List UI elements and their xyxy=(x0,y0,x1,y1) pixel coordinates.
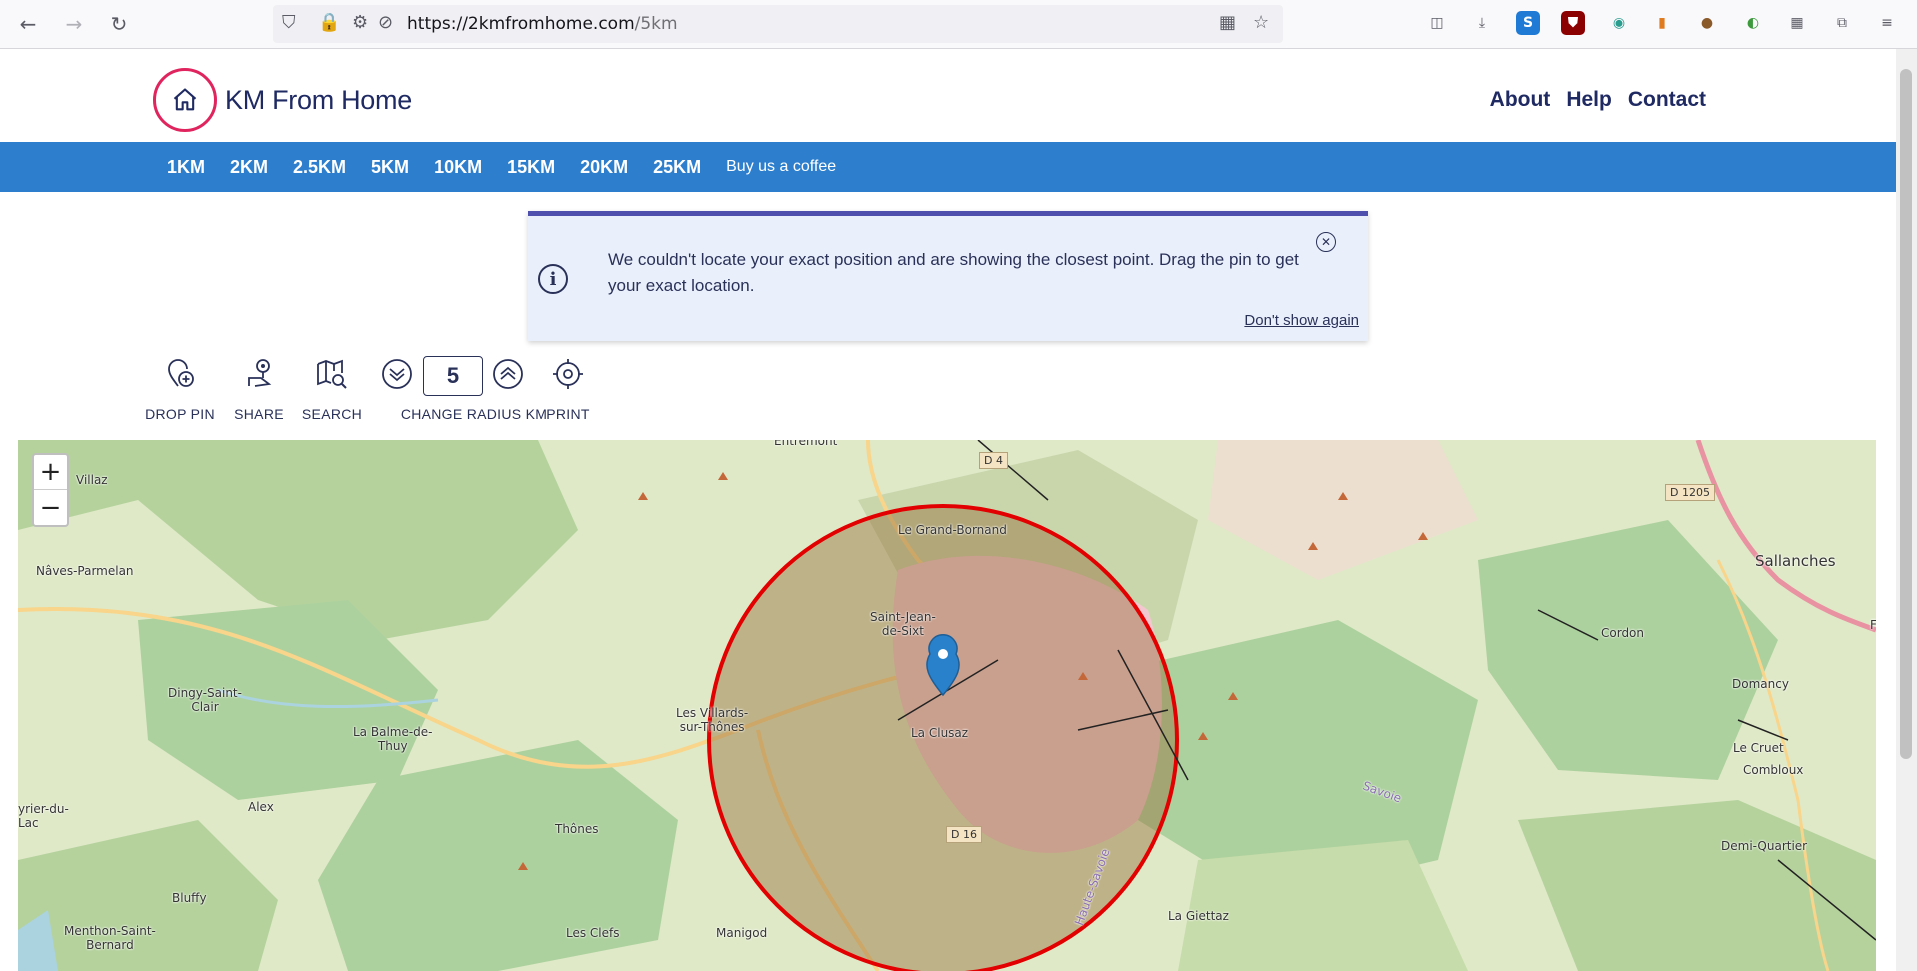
place-label: Combloux xyxy=(1743,763,1804,777)
km-nav: 1KM 2KM 2.5KM 5KM 10KM 15KM 20KM 25KM Bu… xyxy=(0,142,1896,192)
place-label: Les Villards- sur-Thônes xyxy=(676,706,749,734)
url-host: https://2kmfromhome.com xyxy=(407,14,635,34)
top-links: About Help Contact xyxy=(1490,88,1706,112)
radius-decrease-button[interactable]: CHANGE RADIUS KM xyxy=(379,356,547,422)
nav-2-5km[interactable]: 2.5KM xyxy=(293,157,346,178)
extension-globe-icon[interactable]: ◉ xyxy=(1607,11,1631,35)
place-label: yrier-du- Lac xyxy=(18,802,69,830)
zoom-out-button[interactable]: − xyxy=(34,490,67,525)
place-label: Cordon xyxy=(1601,626,1645,640)
menu-icon[interactable]: ≡ xyxy=(1875,11,1899,35)
extension-bin-icon[interactable]: ▮ xyxy=(1650,11,1674,35)
location-notice: i We couldn't locate your exact position… xyxy=(528,211,1368,341)
download-icon[interactable]: ⤓ xyxy=(1470,11,1494,35)
extensions-grid-icon[interactable]: ▦ xyxy=(1785,11,1809,35)
about-link[interactable]: About xyxy=(1490,88,1551,112)
place-label: Manigod xyxy=(716,926,768,940)
radius-input[interactable]: 5 xyxy=(423,356,483,396)
pocket-icon[interactable]: ◫ xyxy=(1425,11,1449,35)
place-label: Menthon-Saint- Bernard xyxy=(64,924,156,952)
extension-leaf-icon[interactable]: ◐ xyxy=(1741,11,1765,35)
place-label: Bluffy xyxy=(172,891,207,905)
place-label: F xyxy=(1870,618,1876,632)
road-shield: D 4 xyxy=(979,452,1008,469)
site-header: KM From Home About Help Contact xyxy=(0,49,1896,142)
place-label: Thônes xyxy=(555,822,599,836)
place-label: Entremont xyxy=(774,440,838,448)
chevron-up-icon xyxy=(493,359,523,389)
zoom-in-button[interactable]: + xyxy=(34,455,67,490)
contact-link[interactable]: Contact xyxy=(1628,88,1706,112)
place-label: Nâves-Parmelan xyxy=(36,564,134,578)
place-label: Alex xyxy=(248,800,274,814)
place-label: La Giettaz xyxy=(1168,909,1229,923)
browser-toolbar: ← → ↻ ⛉ 🔒 ⚙ ⊘ https://2kmfromhome.com/5k… xyxy=(0,0,1917,49)
share-button[interactable]: SHARE xyxy=(234,356,284,422)
logo[interactable] xyxy=(153,68,217,132)
road-shield: D 16 xyxy=(946,826,982,843)
chevron-down-icon xyxy=(382,359,412,389)
drop-pin-icon xyxy=(168,359,194,387)
dont-show-again-link[interactable]: Don't show again xyxy=(1244,312,1359,329)
notice-message: We couldn't locate your exact position a… xyxy=(608,250,1299,295)
help-link[interactable]: Help xyxy=(1566,88,1612,112)
buy-coffee-link[interactable]: Buy us a coffee xyxy=(726,158,836,176)
drop-pin-button[interactable]: DROP PIN xyxy=(145,356,215,422)
nav-25km[interactable]: 25KM xyxy=(653,157,701,178)
url-path: /5km xyxy=(634,14,678,34)
permissions-icon[interactable]: ⚙ xyxy=(352,12,368,33)
radius-increase-button[interactable] xyxy=(490,356,526,392)
place-label: Le Grand-Bornand xyxy=(898,523,1007,537)
map-tiles xyxy=(18,440,1876,971)
lock-icon[interactable]: 🔒 xyxy=(318,12,340,33)
nav-1km[interactable]: 1KM xyxy=(167,157,205,178)
scrollbar-thumb[interactable] xyxy=(1900,69,1912,759)
reload-icon[interactable]: ↻ xyxy=(105,10,133,38)
nav-2km[interactable]: 2KM xyxy=(230,157,268,178)
search-label: SEARCH xyxy=(301,406,363,422)
logo-text[interactable]: KM From Home xyxy=(225,85,412,116)
place-label: La Balme-de- Thuy xyxy=(353,725,433,753)
info-icon: i xyxy=(538,264,568,294)
share-pin-icon xyxy=(248,359,272,387)
road-shield: D 1205 xyxy=(1665,484,1715,501)
drop-pin-label: DROP PIN xyxy=(145,406,215,422)
shield-icon[interactable]: ⛉ xyxy=(282,12,296,33)
place-label: Demi-Quartier xyxy=(1721,839,1808,853)
bookmark-star-icon[interactable]: ☆ xyxy=(1253,12,1269,33)
nav-5km[interactable]: 5KM xyxy=(371,157,409,178)
ublock-icon[interactable]: ⛊ xyxy=(1561,11,1585,35)
print-button[interactable]: PRINT xyxy=(546,356,589,422)
home-icon xyxy=(173,88,197,111)
place-label: Domancy xyxy=(1732,677,1789,691)
share-label: SHARE xyxy=(234,406,284,422)
place-label: Sallanches xyxy=(1755,552,1836,570)
place-label: Villaz xyxy=(76,473,108,487)
map-search-icon xyxy=(317,359,347,389)
puzzle-icon[interactable]: ⧉ xyxy=(1830,11,1854,35)
forward-icon[interactable]: → xyxy=(60,10,88,38)
nav-15km[interactable]: 15KM xyxy=(507,157,555,178)
place-label: Les Clefs xyxy=(566,926,620,940)
nav-20km[interactable]: 20KM xyxy=(580,157,628,178)
place-label: La Clusaz xyxy=(911,726,969,740)
place-label: Dingy-Saint- Clair xyxy=(168,686,242,714)
search-button[interactable]: SEARCH xyxy=(302,356,362,422)
nav-10km[interactable]: 10KM xyxy=(434,157,482,178)
close-icon[interactable]: ✕ xyxy=(1316,232,1336,252)
place-label: Saint-Jean- de-Sixt xyxy=(870,610,936,638)
place-label: Le Cruet xyxy=(1733,741,1784,755)
page-scrollbar[interactable] xyxy=(1896,49,1917,971)
url-text[interactable]: https://2kmfromhome.com/5km xyxy=(407,14,678,34)
tracking-icon[interactable]: ⊘ xyxy=(378,12,393,33)
skype-icon[interactable]: S xyxy=(1516,11,1540,35)
qr-code-icon[interactable]: ▦ xyxy=(1219,12,1236,33)
extension-cookie-icon[interactable]: ● xyxy=(1695,11,1719,35)
print-label: PRINT xyxy=(546,406,590,422)
crosshair-icon xyxy=(553,359,583,389)
map[interactable]: + − Entremont Villaz Nâves-Parmelan Le G… xyxy=(18,440,1876,971)
back-icon[interactable]: ← xyxy=(14,10,42,38)
zoom-control: + − xyxy=(32,453,69,527)
change-radius-label: CHANGE RADIUS KM xyxy=(400,406,548,422)
